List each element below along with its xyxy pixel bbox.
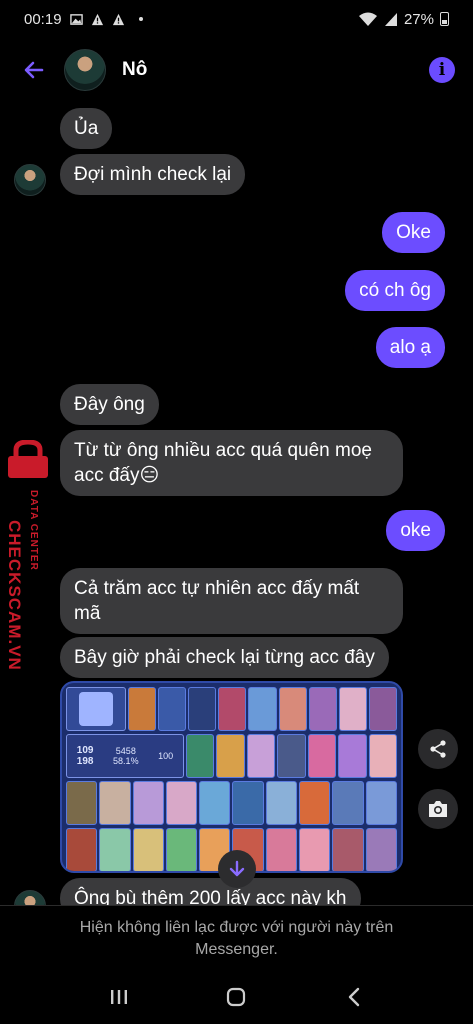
clock: 00:19 (24, 10, 62, 28)
message-outgoing[interactable]: có ch ôg (345, 270, 445, 311)
recents-icon (110, 990, 127, 1004)
gallery-icon (69, 13, 83, 25)
back-button[interactable] (14, 50, 54, 90)
notification-dot-icon (138, 17, 143, 21)
message-incoming[interactable]: Đợi mình check lại (60, 154, 246, 195)
shared-image-account-screenshot[interactable]: 109 198 5458 58.1% 100 (60, 681, 403, 873)
battery-percent: 27% (403, 10, 434, 28)
stat-credit: 100 (158, 751, 174, 761)
message-incoming[interactable]: Cả trăm acc tự nhiên acc đấy mất mã (60, 568, 403, 634)
stat-matches: 5458 (115, 746, 136, 756)
profile-frame (66, 687, 126, 731)
contact-avatar[interactable] (64, 49, 106, 91)
status-bar: 00:19 27% (0, 0, 473, 38)
sender-avatar[interactable] (14, 164, 46, 196)
message-incoming[interactable]: Đây ông (60, 384, 159, 425)
recent-apps-button[interactable] (99, 977, 139, 1017)
arrow-left-icon (24, 61, 44, 79)
message-incoming[interactable]: Từ từ ông nhiều acc quá quên moẹ acc đấy… (60, 430, 403, 496)
camera-icon (429, 801, 447, 817)
share-button[interactable] (418, 729, 458, 769)
home-button[interactable] (216, 977, 256, 1017)
account-stats: 109 198 5458 58.1% 100 (66, 734, 184, 778)
stat-winrate: 58.1% (113, 756, 139, 766)
warning-icon (91, 13, 103, 25)
share-icon (430, 740, 446, 758)
contact-name[interactable]: Nô (122, 59, 147, 81)
scroll-to-bottom-button[interactable] (218, 850, 256, 888)
message-outgoing[interactable]: alo ạ (375, 327, 445, 368)
message-incoming[interactable]: Ủa (60, 108, 113, 149)
back-nav-button[interactable] (334, 977, 374, 1017)
chevron-left-icon (348, 987, 360, 1007)
arrow-down-icon (229, 860, 245, 877)
info-icon: i (438, 60, 446, 80)
watermark-text: CHECKSCAM.VN (5, 520, 24, 671)
message-outgoing[interactable]: Oke (382, 212, 445, 253)
signal-icon (384, 13, 397, 26)
message-incoming[interactable]: Bây giờ phải check lại từng acc đây (60, 637, 389, 678)
battery-icon (440, 12, 449, 26)
save-image-button[interactable] (418, 789, 458, 829)
chat-header: Nô i (0, 38, 473, 102)
wifi-icon (358, 12, 377, 26)
stat-skins: 198 (76, 756, 94, 767)
watermark-subtext: DATA CENTER (28, 490, 39, 571)
home-icon (227, 987, 246, 1007)
alert-icon (112, 13, 124, 25)
system-nav-bar (0, 970, 473, 1024)
info-button[interactable]: i (429, 57, 455, 83)
stat-level: 109 (76, 745, 94, 756)
unavailable-notice: Hiện không liên lạc được với người này t… (0, 905, 473, 970)
message-outgoing[interactable]: oke (386, 510, 445, 551)
padlock-logo-icon (8, 440, 48, 478)
